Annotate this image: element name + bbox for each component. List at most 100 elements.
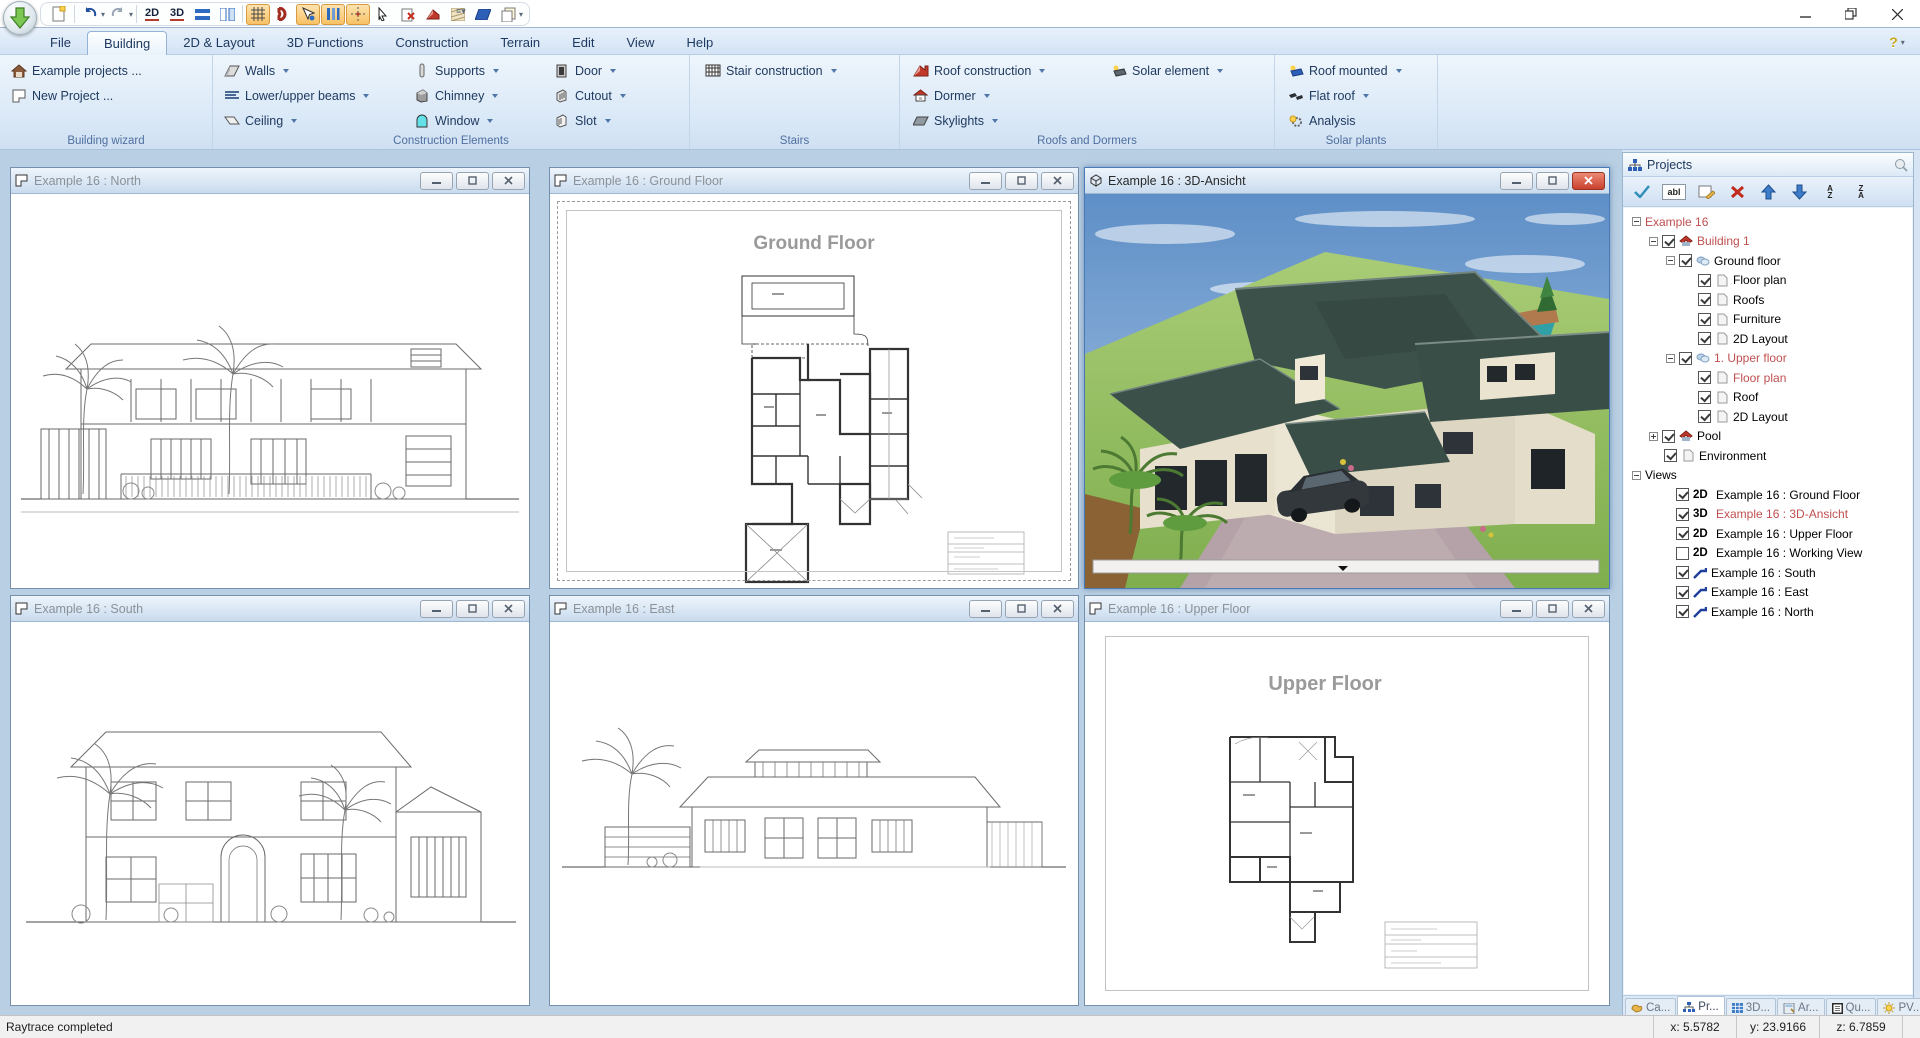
window-south-titlebar[interactable]: Example 16 : South [11, 596, 529, 622]
minimize-button[interactable] [1500, 600, 1533, 618]
visibility-checkbox[interactable] [1662, 235, 1675, 248]
properties-icon[interactable] [1695, 181, 1717, 203]
guides-icon[interactable] [321, 4, 345, 25]
tab-view[interactable]: View [611, 31, 671, 55]
minimize-button[interactable] [1782, 0, 1828, 28]
ceiling-button[interactable]: Ceiling [219, 108, 405, 133]
roof-tool-icon[interactable] [421, 4, 445, 25]
flat-roof-button[interactable]: Flat roof [1283, 83, 1406, 108]
pin-panel-icon[interactable] [1894, 158, 1908, 172]
minimize-button[interactable] [420, 172, 453, 190]
render-3d-canvas[interactable] [1085, 194, 1609, 588]
undo-icon[interactable] [78, 4, 102, 25]
close-button[interactable] [1041, 172, 1074, 190]
visibility-checkbox[interactable] [1664, 449, 1677, 462]
tree-view-upper-floor[interactable]: 2D Example 16 : Upper Floor [1624, 524, 1912, 544]
tree-item-upper-2d-layout[interactable]: 2D Layout [1624, 407, 1912, 427]
visibility-checkbox[interactable] [1698, 371, 1711, 384]
visibility-checkbox[interactable] [1698, 391, 1711, 404]
help-button[interactable]: ?▾ [1882, 32, 1912, 52]
tree-item-views[interactable]: Views [1624, 466, 1912, 486]
minimize-button[interactable] [969, 600, 1002, 618]
cursor-icon[interactable] [371, 4, 395, 25]
close-button[interactable] [1572, 172, 1605, 190]
walls-button[interactable]: Walls [219, 58, 405, 83]
tree-item-upper-floor-plan[interactable]: Floor plan [1624, 368, 1912, 388]
sort-descending-icon[interactable]: ZA [1850, 181, 1872, 203]
horizontal-panes-icon[interactable] [190, 4, 214, 25]
projects-panel-header[interactable]: Projects [1623, 153, 1913, 177]
restore-button[interactable] [1536, 172, 1569, 190]
example-projects-button[interactable]: Example projects ... [6, 58, 146, 83]
tab-construction[interactable]: Construction [379, 31, 484, 55]
visibility-checkbox[interactable] [1676, 605, 1689, 618]
close-button[interactable] [1572, 600, 1605, 618]
tree-view-east[interactable]: Example 16 : East [1624, 583, 1912, 603]
visibility-checkbox[interactable] [1662, 430, 1675, 443]
construction-axis-icon[interactable] [346, 4, 370, 25]
rename-icon[interactable]: abl [1662, 184, 1686, 200]
snap-magnet-icon[interactable] [271, 4, 295, 25]
east-elevation-canvas[interactable] [550, 622, 1078, 1005]
stair-construction-button[interactable]: Stair construction [700, 58, 841, 83]
slot-button[interactable]: Slot [549, 108, 684, 133]
tab-projects[interactable]: Pr... [1677, 996, 1724, 1017]
app-menu-button[interactable] [3, 1, 37, 35]
tab-file[interactable]: File [34, 31, 87, 55]
visibility-checkbox[interactable] [1679, 352, 1692, 365]
tree-item-example16[interactable]: Example 16 [1624, 212, 1912, 232]
skylight-tool-icon[interactable] [471, 4, 495, 25]
tab-edit[interactable]: Edit [556, 31, 610, 55]
cutout-button[interactable]: Cutout [549, 83, 684, 108]
visibility-checkbox[interactable] [1698, 332, 1711, 345]
new-project-button[interactable]: New Project ... [6, 83, 146, 108]
minimize-button[interactable] [969, 172, 1002, 190]
tree-view-north[interactable]: Example 16 : North [1624, 602, 1912, 622]
solar-element-button[interactable]: Solar element [1106, 58, 1266, 83]
supports-button[interactable]: Supports [409, 58, 549, 83]
visibility-checkbox[interactable] [1676, 586, 1689, 599]
collapse-icon[interactable] [1666, 256, 1675, 265]
visibility-checkbox[interactable] [1698, 410, 1711, 423]
grid-toggle-icon[interactable] [246, 4, 270, 25]
copy-pages-icon[interactable] [496, 4, 520, 25]
window-3d-titlebar[interactable]: Example 16 : 3D-Ansicht [1085, 168, 1609, 194]
move-up-icon[interactable] [1757, 181, 1779, 203]
tree-view-3d-ansicht[interactable]: 3D Example 16 : 3D-Ansicht [1624, 505, 1912, 525]
qat-overflow-icon[interactable]: ≡▾ [456, 6, 466, 17]
tree-item-ground-floor[interactable]: Ground floor [1624, 251, 1912, 271]
tree-item-roofs[interactable]: Roofs [1624, 290, 1912, 310]
window-3d-ansicht[interactable]: Example 16 : 3D-Ansicht [1084, 167, 1610, 589]
visibility-checkbox[interactable] [1679, 254, 1692, 267]
tab-help[interactable]: Help [670, 31, 729, 55]
new-document-icon[interactable] [47, 4, 71, 25]
delete-selection-icon[interactable] [396, 4, 420, 25]
window-south[interactable]: Example 16 : South [10, 595, 530, 1006]
tree-view-south[interactable]: Example 16 : South [1624, 563, 1912, 583]
sort-ascending-icon[interactable]: AZ [1819, 181, 1841, 203]
collapse-icon[interactable] [1632, 471, 1641, 480]
close-button[interactable] [492, 600, 525, 618]
visibility-checkbox[interactable] [1676, 508, 1689, 521]
vertical-panes-icon[interactable] [215, 4, 239, 25]
window-ground-floor[interactable]: Example 16 : Ground Floor Ground Floor [549, 167, 1079, 589]
visibility-checkbox[interactable] [1698, 274, 1711, 287]
window-upper-floor-titlebar[interactable]: Example 16 : Upper Floor [1085, 596, 1609, 622]
upper-floor-canvas[interactable]: Upper Floor [1085, 622, 1609, 1005]
visibility-checkbox[interactable] [1698, 293, 1711, 306]
roof-mounted-button[interactable]: Roof mounted [1283, 58, 1406, 83]
close-button[interactable] [1041, 600, 1074, 618]
visibility-checkbox[interactable] [1698, 313, 1711, 326]
minimize-button[interactable] [1500, 172, 1533, 190]
redo-icon[interactable] [106, 4, 130, 25]
skylights-button[interactable]: Skylights [908, 108, 1106, 133]
minimize-button[interactable] [420, 600, 453, 618]
window-button[interactable]: Window [409, 108, 549, 133]
visibility-checkbox[interactable] [1676, 547, 1689, 560]
3d-view-icon[interactable]: 3D [165, 4, 189, 25]
restore-button[interactable] [1828, 0, 1874, 28]
tab-terrain[interactable]: Terrain [484, 31, 556, 55]
tree-item-upper-floor[interactable]: 1. Upper floor [1624, 349, 1912, 369]
dormer-button[interactable]: Dormer [908, 83, 1106, 108]
restore-button[interactable] [1005, 600, 1038, 618]
